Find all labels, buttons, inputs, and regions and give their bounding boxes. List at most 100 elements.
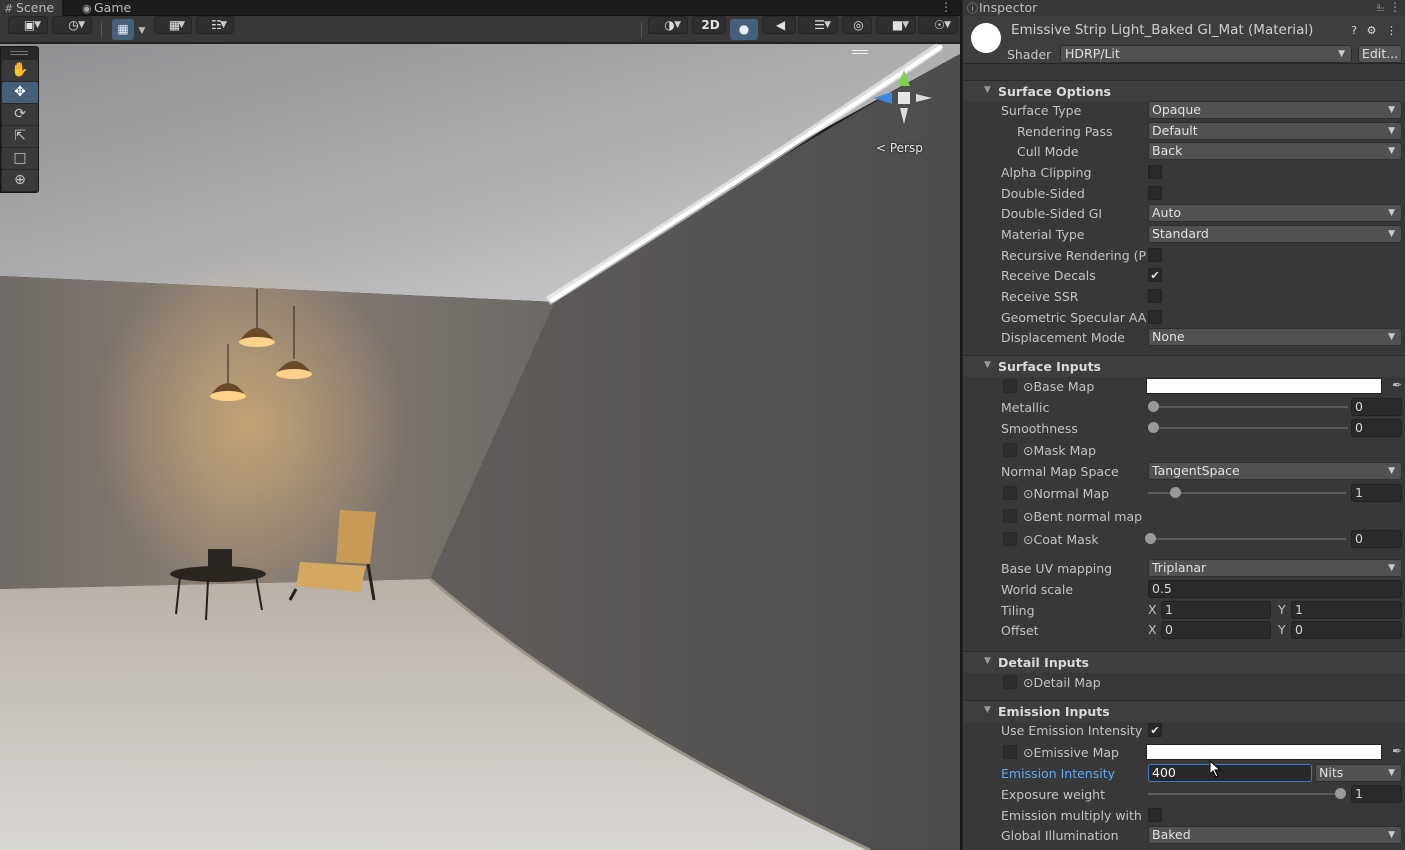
rotate-tool-icon[interactable]: ⟳ bbox=[2, 104, 38, 125]
bent-normal-map-texture-slot[interactable] bbox=[1003, 509, 1017, 523]
coat-mask-slider-track[interactable] bbox=[1148, 538, 1346, 540]
hand-tool-icon[interactable]: ✋ bbox=[2, 60, 38, 81]
eye-off-icon: ◎ bbox=[853, 18, 864, 32]
scale-tool-icon[interactable]: ⇱ bbox=[2, 126, 38, 147]
emissive-map-texture-slot[interactable] bbox=[1003, 745, 1017, 759]
coat-mask-value-field[interactable]: 0 bbox=[1351, 530, 1402, 548]
hidden-objects-toggle[interactable]: ◎ bbox=[842, 16, 872, 34]
smoothness-slider-handle[interactable] bbox=[1148, 422, 1159, 433]
exposure-weight-slider-track[interactable] bbox=[1148, 793, 1344, 795]
tab-scene[interactable]: # Scene bbox=[0, 0, 63, 16]
recursive-rendering-checkbox[interactable] bbox=[1148, 248, 1162, 262]
rect-tool-icon[interactable]: □ bbox=[2, 148, 38, 169]
base-uv-mapping-dropdown[interactable]: Triplanar ▼ bbox=[1148, 559, 1402, 577]
grid-snap-dropdown[interactable]: ▼ bbox=[134, 19, 150, 40]
base-color-swatch[interactable] bbox=[1146, 378, 1382, 394]
receive-ssr-checkbox[interactable] bbox=[1148, 289, 1162, 303]
overlay-menu-icon[interactable] bbox=[852, 50, 868, 54]
global-illumination-dropdown[interactable]: Baked ▼ bbox=[1148, 826, 1402, 844]
tab-inspector[interactable]: ⓘInspector bbox=[963, 0, 1405, 16]
smoothness-value-field[interactable]: 0 bbox=[1351, 419, 1402, 437]
camera-dropdown[interactable]: ■ ▼ bbox=[876, 16, 916, 34]
inspector-panel: ⓘInspector ⎁ ⋮ Emissive Strip Light_Bake… bbox=[962, 0, 1405, 850]
edit-shader-button[interactable]: Edit... bbox=[1358, 45, 1402, 63]
gizmos-dropdown[interactable]: ☉ ▼ bbox=[918, 16, 958, 34]
smoothness-slider-track[interactable] bbox=[1153, 427, 1348, 429]
move-tool-icon[interactable]: ✥ bbox=[2, 82, 38, 103]
offset-y-field[interactable]: 0 bbox=[1291, 621, 1402, 639]
offset-y-label: Y bbox=[1278, 622, 1286, 637]
grid-snap-button[interactable]: ▦ bbox=[112, 19, 134, 40]
receive-decals-checkbox[interactable]: ✔ bbox=[1148, 268, 1162, 282]
surface-type-row: Surface Type Opaque ▼ bbox=[963, 100, 1405, 120]
metallic-slider-track[interactable] bbox=[1153, 406, 1348, 408]
emission-unit-dropdown[interactable]: Nits ▼ bbox=[1315, 764, 1402, 782]
geometric-specular-aa-row: Geometric Specular AA bbox=[963, 307, 1405, 327]
audio-toggle-button[interactable]: ◀ bbox=[762, 16, 796, 34]
cull-mode-dropdown[interactable]: Back ▼ bbox=[1148, 142, 1402, 160]
double-sided-checkbox[interactable] bbox=[1148, 186, 1162, 200]
toggle-2d-button[interactable]: 2D bbox=[692, 16, 726, 34]
alpha-clipping-checkbox[interactable] bbox=[1148, 165, 1162, 179]
tiling-x-field[interactable]: 1 bbox=[1161, 601, 1271, 619]
transform-tool-icon[interactable]: ⊕ bbox=[2, 170, 38, 191]
detail-map-texture-slot[interactable] bbox=[1003, 675, 1017, 689]
lighting-toggle-button[interactable]: ● bbox=[730, 19, 758, 40]
scene-viewport[interactable]: ✋ ✥ ⟳ ⇱ □ ⊕ < Persp bbox=[0, 44, 960, 850]
base-map-texture-slot[interactable] bbox=[1003, 379, 1017, 393]
help-settings-icons[interactable]: ? ⚙ ⋮ bbox=[1351, 24, 1400, 37]
coat-mask-texture-slot[interactable] bbox=[1003, 532, 1017, 546]
world-scale-row: World scale 0.5 bbox=[963, 579, 1405, 599]
tiling-x-label: X bbox=[1148, 602, 1157, 617]
base-map-row: ⊙Base Map ✒ bbox=[963, 376, 1405, 396]
palette-grip[interactable] bbox=[10, 51, 28, 55]
surface-type-dropdown[interactable]: Opaque ▼ bbox=[1148, 101, 1402, 119]
mask-map-texture-slot[interactable] bbox=[1003, 443, 1017, 457]
displacement-mode-dropdown[interactable]: None ▼ bbox=[1148, 328, 1402, 346]
scene-panel: # Scene ◉ Game ⋮ ▣ ▼ ◷ ▼ ▦ ▼ ▦ ▼ ☷ ▼ ◑ ▼ 2D ● ◀… bbox=[0, 0, 960, 850]
toolbar-divider bbox=[101, 22, 102, 38]
tab-game[interactable]: ◉ Game bbox=[78, 0, 139, 16]
effects-dropdown[interactable]: ☰ ▼ bbox=[798, 16, 838, 34]
chevron-down-icon: ▼ bbox=[1388, 563, 1395, 573]
eyedropper-icon[interactable]: ✒ bbox=[1392, 378, 1402, 392]
material-type-dropdown[interactable]: Standard ▼ bbox=[1148, 225, 1402, 243]
inspector-lock-icon[interactable]: ⎁ ⋮ bbox=[1376, 0, 1401, 14]
draw-mode-dropdown[interactable]: ▣ ▼ bbox=[8, 16, 48, 34]
normal-map-slider-handle[interactable] bbox=[1170, 487, 1181, 498]
exposure-weight-value-field[interactable]: 1 bbox=[1351, 785, 1402, 803]
normal-map-value-field[interactable]: 1 bbox=[1351, 484, 1402, 502]
detail-inputs-header[interactable]: ▼ Detail Inputs bbox=[963, 651, 1405, 673]
eyedropper-icon[interactable]: ✒ bbox=[1392, 744, 1402, 758]
exposure-weight-slider-handle[interactable] bbox=[1335, 788, 1346, 799]
tiling-y-field[interactable]: 1 bbox=[1291, 601, 1402, 619]
global-illumination-row: Global Illumination Baked ▼ bbox=[963, 825, 1405, 845]
emission-multiply-checkbox[interactable] bbox=[1148, 808, 1162, 822]
metallic-value-field[interactable]: 0 bbox=[1351, 398, 1402, 416]
surface-options-header[interactable]: ▼ Surface Options bbox=[963, 80, 1405, 102]
emissive-color-swatch[interactable] bbox=[1146, 744, 1382, 760]
double-sided-gi-dropdown[interactable]: Auto ▼ bbox=[1148, 204, 1402, 222]
shading-mode-dropdown[interactable]: ◑ ▼ bbox=[648, 16, 688, 34]
surface-inputs-header[interactable]: ▼ Surface Inputs bbox=[963, 355, 1405, 377]
normal-map-texture-slot[interactable] bbox=[1003, 486, 1017, 500]
geometric-specular-aa-checkbox[interactable] bbox=[1148, 310, 1162, 324]
metallic-slider-handle[interactable] bbox=[1148, 401, 1159, 412]
increment-snap-dropdown[interactable]: ▦ ▼ bbox=[154, 16, 192, 34]
use-emission-intensity-checkbox[interactable]: ✔ bbox=[1148, 723, 1162, 737]
projection-label[interactable]: < Persp bbox=[876, 141, 923, 155]
offset-x-field[interactable]: 0 bbox=[1161, 621, 1271, 639]
rendering-pass-dropdown[interactable]: Default ▼ bbox=[1148, 122, 1402, 140]
world-scale-field[interactable]: 0.5 bbox=[1148, 580, 1402, 598]
emission-intensity-input[interactable]: 400 bbox=[1148, 764, 1312, 782]
global-local-dropdown[interactable]: ◷ ▼ bbox=[52, 16, 92, 34]
material-preview-sphere bbox=[971, 23, 1001, 53]
receive-decals-row: Receive Decals ✔ bbox=[963, 265, 1405, 285]
emission-inputs-header[interactable]: ▼ Emission Inputs bbox=[963, 700, 1405, 722]
orientation-gizmo-icon[interactable] bbox=[862, 62, 942, 132]
align-dropdown[interactable]: ☷ ▼ bbox=[196, 16, 234, 34]
coat-mask-slider-handle[interactable] bbox=[1145, 533, 1156, 544]
normal-map-space-dropdown[interactable]: TangentSpace ▼ bbox=[1148, 462, 1402, 480]
kebab-menu-icon[interactable]: ⋮ bbox=[940, 0, 952, 14]
shader-dropdown[interactable]: HDRP/Lit ▼ bbox=[1060, 45, 1352, 63]
